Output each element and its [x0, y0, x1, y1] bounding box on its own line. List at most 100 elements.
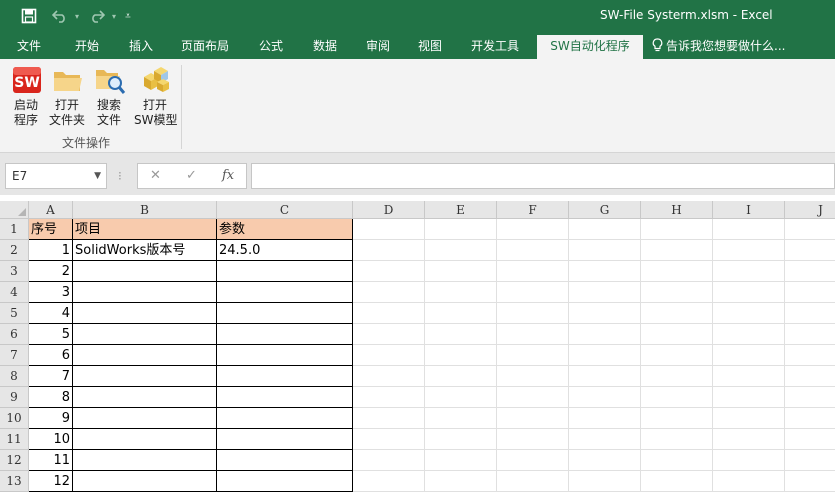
cell-h2[interactable] — [641, 240, 713, 261]
cell-h11[interactable] — [641, 429, 713, 450]
formula-input[interactable] — [251, 163, 835, 189]
cell-f10[interactable] — [497, 408, 569, 429]
cell-h10[interactable] — [641, 408, 713, 429]
cell-a12[interactable]: 11 — [29, 450, 73, 471]
cell-b10[interactable] — [73, 408, 217, 429]
row-header-1[interactable]: 1 — [0, 219, 29, 240]
cell-g3[interactable] — [569, 261, 641, 282]
tab-developer[interactable]: 开发工具 — [461, 33, 529, 59]
cell-b4[interactable] — [73, 282, 217, 303]
tab-sw-automation[interactable]: SW自动化程序 — [537, 35, 643, 59]
cell-e10[interactable] — [425, 408, 497, 429]
cell-a5[interactable]: 4 — [29, 303, 73, 324]
cell-a7[interactable]: 6 — [29, 345, 73, 366]
row-header-5[interactable]: 5 — [0, 303, 29, 324]
cell-e12[interactable] — [425, 450, 497, 471]
cell-b11[interactable] — [73, 429, 217, 450]
cell-d11[interactable] — [353, 429, 425, 450]
cell-h7[interactable] — [641, 345, 713, 366]
cell-a10[interactable]: 9 — [29, 408, 73, 429]
cell-d13[interactable] — [353, 471, 425, 492]
cell-g6[interactable] — [569, 324, 641, 345]
cell-c10[interactable] — [217, 408, 353, 429]
cell-a1[interactable]: 序号 — [29, 219, 73, 240]
cell-j13[interactable] — [785, 471, 835, 492]
cell-j7[interactable] — [785, 345, 835, 366]
cell-g9[interactable] — [569, 387, 641, 408]
cell-f13[interactable] — [497, 471, 569, 492]
cell-i9[interactable] — [713, 387, 785, 408]
cell-j12[interactable] — [785, 450, 835, 471]
chevron-down-icon[interactable]: ▼ — [94, 164, 101, 188]
tab-formulas[interactable]: 公式 — [248, 33, 294, 59]
open-folder-button[interactable]: 打开 文件夹 — [47, 63, 87, 133]
cell-b7[interactable] — [73, 345, 217, 366]
row-header-9[interactable]: 9 — [0, 387, 29, 408]
cell-a9[interactable]: 8 — [29, 387, 73, 408]
formula-bar-grip[interactable]: ⁝ — [118, 169, 122, 183]
cell-c12[interactable] — [217, 450, 353, 471]
cell-e4[interactable] — [425, 282, 497, 303]
cell-f4[interactable] — [497, 282, 569, 303]
cell-d3[interactable] — [353, 261, 425, 282]
cell-d4[interactable] — [353, 282, 425, 303]
cell-c9[interactable] — [217, 387, 353, 408]
cell-d12[interactable] — [353, 450, 425, 471]
cell-d8[interactable] — [353, 366, 425, 387]
cell-h1[interactable] — [641, 219, 713, 240]
confirm-entry-icon[interactable]: ✓ — [186, 168, 197, 183]
cell-e13[interactable] — [425, 471, 497, 492]
column-header-j[interactable]: J — [785, 201, 835, 219]
cell-c1[interactable]: 参数 — [217, 219, 353, 240]
cell-f5[interactable] — [497, 303, 569, 324]
cell-a8[interactable]: 7 — [29, 366, 73, 387]
cell-b3[interactable] — [73, 261, 217, 282]
row-header-6[interactable]: 6 — [0, 324, 29, 345]
cell-a13[interactable]: 12 — [29, 471, 73, 492]
column-header-d[interactable]: D — [353, 201, 425, 219]
redo-button[interactable] — [86, 6, 108, 26]
customize-quick-access-button[interactable]: ⩡ — [120, 6, 136, 26]
cell-b5[interactable] — [73, 303, 217, 324]
cell-d10[interactable] — [353, 408, 425, 429]
cell-h3[interactable] — [641, 261, 713, 282]
cell-d9[interactable] — [353, 387, 425, 408]
cell-j1[interactable] — [785, 219, 835, 240]
cell-d5[interactable] — [353, 303, 425, 324]
launch-program-button[interactable]: SW 启动 程序 — [6, 63, 46, 133]
cell-c2[interactable]: 24.5.0 — [217, 240, 353, 261]
tab-view[interactable]: 视图 — [407, 33, 453, 59]
cell-a3[interactable]: 2 — [29, 261, 73, 282]
cell-g8[interactable] — [569, 366, 641, 387]
cell-f11[interactable] — [497, 429, 569, 450]
cell-h13[interactable] — [641, 471, 713, 492]
cell-c6[interactable] — [217, 324, 353, 345]
cell-b2[interactable]: SolidWorks版本号 — [73, 240, 217, 261]
row-header-10[interactable]: 10 — [0, 408, 29, 429]
cell-f8[interactable] — [497, 366, 569, 387]
cell-h8[interactable] — [641, 366, 713, 387]
cell-f2[interactable] — [497, 240, 569, 261]
tab-file[interactable]: 文件 — [6, 33, 52, 59]
cell-e7[interactable] — [425, 345, 497, 366]
cell-i2[interactable] — [713, 240, 785, 261]
cell-i8[interactable] — [713, 366, 785, 387]
search-file-button[interactable]: 搜索 文件 — [89, 63, 129, 133]
column-header-g[interactable]: G — [569, 201, 641, 219]
undo-dropdown[interactable]: ▾ — [71, 6, 83, 26]
cell-c5[interactable] — [217, 303, 353, 324]
row-header-12[interactable]: 12 — [0, 450, 29, 471]
cell-a6[interactable]: 5 — [29, 324, 73, 345]
cell-i11[interactable] — [713, 429, 785, 450]
cell-i3[interactable] — [713, 261, 785, 282]
cell-d2[interactable] — [353, 240, 425, 261]
cell-b8[interactable] — [73, 366, 217, 387]
cell-d6[interactable] — [353, 324, 425, 345]
cell-e11[interactable] — [425, 429, 497, 450]
column-header-i[interactable]: I — [713, 201, 785, 219]
cell-g1[interactable] — [569, 219, 641, 240]
cell-f6[interactable] — [497, 324, 569, 345]
cell-a11[interactable]: 10 — [29, 429, 73, 450]
cell-a4[interactable]: 3 — [29, 282, 73, 303]
cell-i4[interactable] — [713, 282, 785, 303]
